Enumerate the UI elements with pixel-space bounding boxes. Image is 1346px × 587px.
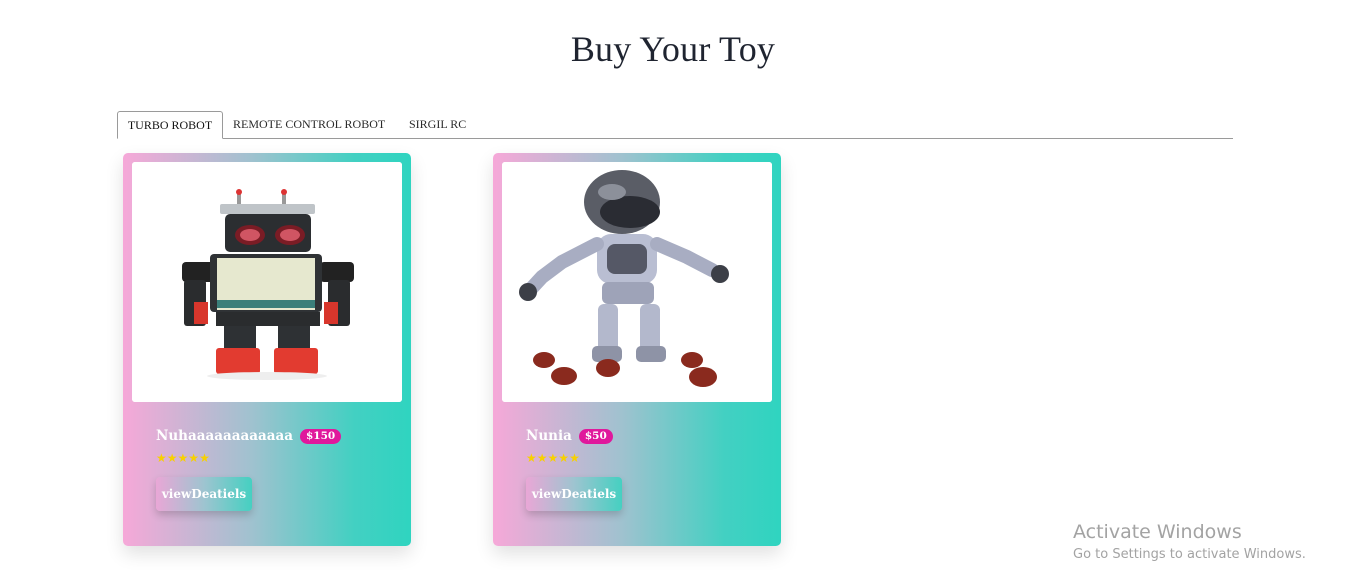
tab-remote-control-robot[interactable]: REMOTE CONTROL ROBOT	[233, 111, 385, 138]
retro-robot-image	[132, 162, 402, 402]
product-card: Nunia $50 ★ ★ ★ ★ ★ viewDeatiels	[493, 153, 781, 546]
star-icon: ★	[166, 451, 178, 465]
product-name: Nuhaaaaaaaaaaaa	[156, 428, 293, 444]
humanoid-robot-image	[502, 162, 772, 402]
page-title: Buy Your Toy	[570, 29, 776, 69]
star-icon: ★	[526, 451, 537, 465]
watermark-subtitle: Go to Settings to activate Windows.	[1073, 547, 1306, 562]
star-icon: ★	[536, 451, 548, 465]
product-card: Nuhaaaaaaaaaaaa $150 ★ ★ ★ ★ ★ viewDeati…	[123, 153, 411, 546]
star-icon: ★	[177, 451, 189, 465]
star-icon: ★	[156, 451, 167, 465]
product-name: Nunia	[526, 428, 572, 444]
price-badge: $50	[578, 428, 613, 444]
watermark-title: Activate Windows	[1073, 521, 1242, 543]
star-icon: ★	[547, 451, 559, 465]
product-image	[132, 162, 402, 402]
tab-sirgil-rc[interactable]: SIRGIL RC	[409, 111, 466, 138]
star-rating: ★ ★ ★ ★ ★	[526, 451, 580, 465]
view-details-button[interactable]: viewDeatiels	[156, 477, 252, 511]
product-image	[502, 162, 772, 402]
tab-turbo-robot[interactable]: TURBO ROBOT	[117, 111, 223, 139]
star-icon: ★	[199, 451, 210, 465]
star-icon: ★	[558, 451, 570, 465]
activate-windows-watermark: Activate Windows Go to Settings to activ…	[1073, 521, 1306, 565]
star-icon: ★	[569, 451, 580, 465]
view-details-button[interactable]: viewDeatiels	[526, 477, 622, 511]
star-rating: ★ ★ ★ ★ ★	[156, 451, 210, 465]
price-badge: $150	[299, 428, 342, 444]
star-icon: ★	[188, 451, 200, 465]
category-tabs: TURBO ROBOT REMOTE CONTROL ROBOT SIRGIL …	[117, 111, 1233, 139]
